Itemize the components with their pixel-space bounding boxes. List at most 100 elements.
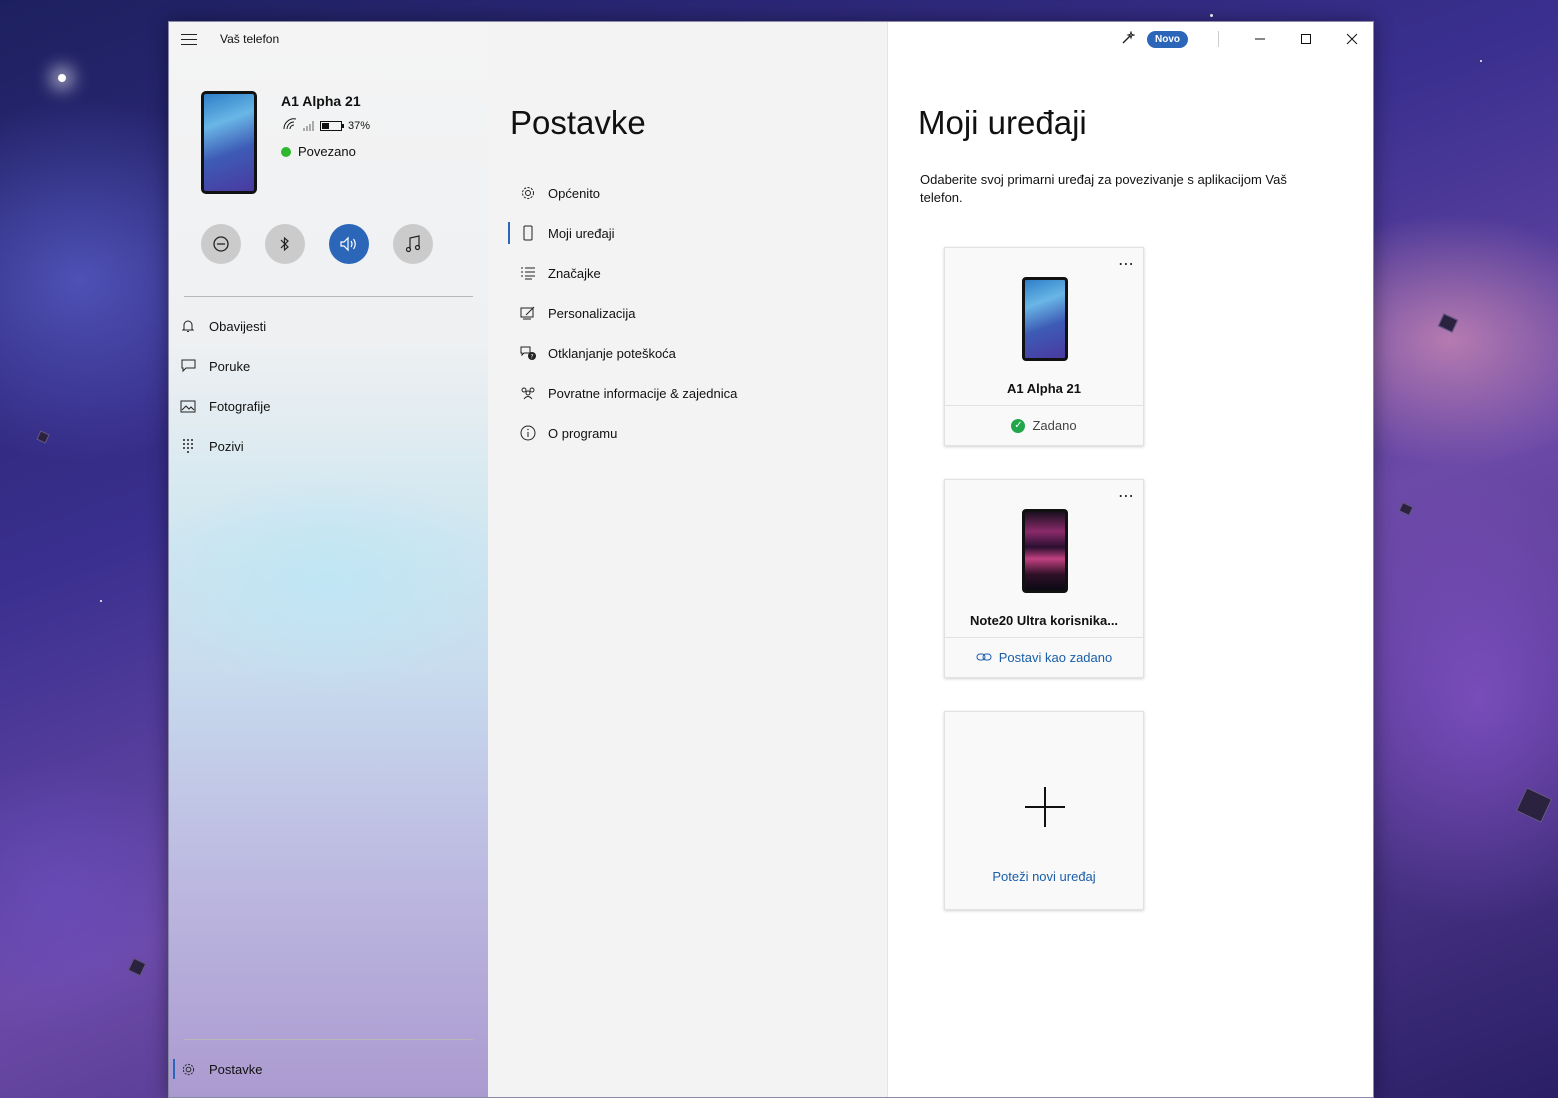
bell-icon	[180, 318, 196, 334]
my-devices-description: Odaberite svoj primarni uređaj za povezi…	[920, 172, 1287, 205]
nav-item-label: Fotografije	[209, 398, 271, 414]
add-device-card[interactable]: Poteži novi uređaj	[944, 711, 1144, 910]
settings-item-label: Povratne informacije & zajednica	[548, 385, 738, 401]
photo-icon	[180, 398, 196, 414]
settings-item-general[interactable]: Općenito	[510, 173, 880, 213]
device-name: A1 Alpha 21	[281, 93, 361, 109]
title-bar-separator	[1218, 31, 1219, 47]
selected-indicator	[508, 222, 510, 244]
settings-item-personalization[interactable]: Personalizacija	[510, 293, 880, 333]
connection-status: Povezano	[281, 144, 356, 159]
settings-item-troubleshoot[interactable]: ? Otklanjanje poteškoća	[510, 333, 880, 373]
app-header: Vaš telefon	[169, 22, 488, 58]
title-bar: Novo	[1121, 22, 1373, 56]
list-icon	[519, 264, 537, 282]
link-icon	[976, 650, 992, 665]
device-card-name: Note20 Ultra korisnika...	[969, 613, 1119, 628]
do-not-disturb-icon	[213, 236, 229, 252]
magic-wand-icon[interactable]	[1121, 29, 1136, 48]
settings-item-label: Općenito	[548, 185, 601, 201]
device-image	[1022, 277, 1068, 361]
nav-item-label: Poruke	[209, 358, 251, 374]
gear-icon	[519, 184, 537, 202]
left-pane: Vaš telefon A1 Alpha 21 37% Povezano Oba…	[169, 22, 488, 1097]
more-options-icon[interactable]: ⋯	[1118, 254, 1135, 274]
nav-item-label: Pozivi	[209, 438, 244, 454]
battery-percent: 37%	[348, 119, 371, 132]
set-default-button[interactable]: Postavi kao zadano	[945, 637, 1143, 677]
device-image	[1022, 509, 1068, 593]
people-icon	[519, 384, 537, 402]
settings-item-my-devices[interactable]: Moji uređaji	[508, 213, 880, 253]
close-button[interactable]	[1329, 22, 1373, 56]
settings-item-feedback[interactable]: Povratne informacije & zajednica	[510, 373, 880, 413]
settings-item-label: Značajke	[548, 265, 601, 281]
settings-item-label: Moji uređaji	[548, 225, 615, 241]
battery-icon	[320, 120, 344, 131]
cellular-signal-icon	[303, 120, 314, 131]
connection-status-label: Povezano	[298, 144, 356, 159]
settings-item-label: Otklanjanje poteškoća	[548, 345, 676, 361]
nav-item-notifications[interactable]: Obavijesti	[169, 306, 488, 346]
settings-divider	[184, 1039, 473, 1040]
nav-item-settings[interactable]: Postavke	[169, 1049, 488, 1089]
bluetooth-icon	[280, 236, 289, 252]
device-status-line: 37%	[283, 118, 370, 133]
phone-image	[201, 91, 257, 194]
nav-item-photos[interactable]: Fotografije	[169, 386, 488, 426]
background-rock	[1398, 501, 1414, 517]
settings-item-label: Personalizacija	[548, 305, 636, 321]
background-rock	[1515, 787, 1553, 823]
connected-dot-icon	[281, 146, 291, 157]
maximize-button[interactable]	[1283, 22, 1329, 56]
volume-icon	[340, 236, 356, 252]
info-icon	[519, 424, 537, 442]
app-window: Vaš telefon A1 Alpha 21 37% Povezano Oba…	[168, 21, 1374, 1098]
minimize-button[interactable]	[1237, 22, 1283, 56]
background-rock	[36, 430, 50, 444]
dialpad-icon	[180, 438, 196, 454]
background-star	[1480, 60, 1482, 62]
hamburger-menu-icon[interactable]	[181, 34, 197, 46]
do-not-disturb-button[interactable]	[201, 224, 241, 264]
settings-title: Postavke	[510, 104, 646, 141]
selected-indicator	[173, 1059, 175, 1079]
bluetooth-button[interactable]	[265, 224, 305, 264]
device-card[interactable]: ⋯ A1 Alpha 21 ✓ Zadano	[944, 247, 1144, 446]
brush-icon	[519, 304, 537, 322]
gear-icon	[180, 1061, 196, 1077]
close-icon	[1346, 33, 1358, 45]
new-badge[interactable]: Novo	[1147, 30, 1188, 48]
nav-item-label: Postavke	[209, 1061, 263, 1077]
set-default-label: Postavi kao zadano	[998, 650, 1113, 665]
minimize-icon	[1255, 38, 1265, 40]
maximize-icon	[1301, 34, 1311, 44]
svg-text:?: ?	[530, 353, 533, 360]
device-card-name: A1 Alpha 21	[1007, 381, 1081, 396]
default-label: Zadano	[1032, 418, 1077, 433]
device-card[interactable]: ⋯ Note20 Ultra korisnika... Postavi kao …	[944, 479, 1144, 678]
device-card-footer: ✓ Zadano	[945, 405, 1143, 445]
settings-item-features[interactable]: Značajke	[510, 253, 880, 293]
background-star	[100, 600, 102, 602]
nav-item-label: Obavijesti	[209, 318, 267, 334]
background-star	[1210, 14, 1213, 17]
volume-button[interactable]	[329, 224, 369, 264]
nav-item-calls[interactable]: Pozivi	[169, 426, 488, 466]
chat-icon	[180, 358, 196, 374]
app-title: Vaš telefon	[220, 32, 280, 46]
phone-icon	[519, 224, 537, 242]
background-rock	[1437, 313, 1459, 333]
music-button[interactable]	[393, 224, 433, 264]
more-options-icon[interactable]: ⋯	[1118, 486, 1135, 506]
help-chat-icon: ?	[519, 344, 537, 362]
my-devices-title: Moji uređaji	[918, 104, 1087, 141]
settings-item-label: O programu	[548, 425, 618, 441]
wifi-icon	[283, 118, 297, 133]
background-star	[58, 74, 66, 82]
add-device-label: Poteži novi uređaj	[992, 869, 1096, 884]
nav-item-messages[interactable]: Poruke	[169, 346, 488, 386]
my-devices-pane: Novo Moji uređaji Odaberite svoj primarn…	[888, 22, 1373, 1097]
settings-item-about[interactable]: O programu	[510, 413, 880, 453]
settings-pane: Postavke Općenito Moji uređaji Značajke …	[488, 22, 888, 1097]
